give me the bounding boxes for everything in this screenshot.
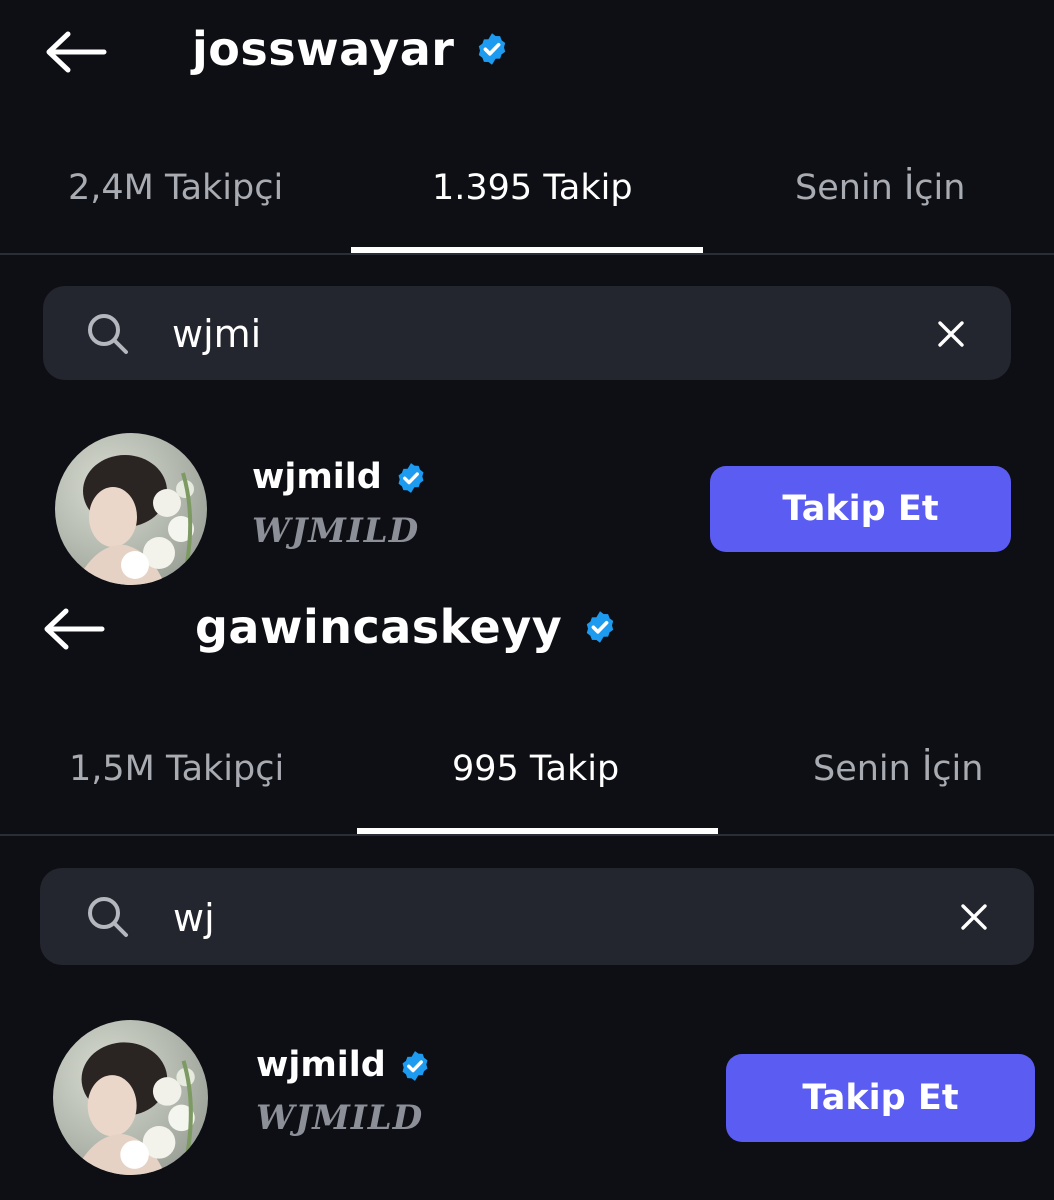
result-username-row: wjmild [252,460,428,495]
close-icon[interactable] [936,319,966,349]
follow-button[interactable]: Takip Et [726,1054,1035,1142]
tab-for-you[interactable]: Senin İçin [813,752,983,787]
avatar-photo [75,455,194,585]
tab-for-you[interactable]: Senin İçin [795,171,965,206]
avatar-photo [73,1042,195,1175]
follow-button[interactable]: Takip Et [710,466,1011,552]
verified-badge-icon [587,611,614,643]
avatar[interactable] [55,433,207,585]
result-username[interactable]: wjmild [252,460,382,495]
tab-divider [0,834,1054,836]
arrow-left-icon[interactable] [42,607,106,651]
tab-followers[interactable]: 2,4M Takipçi [68,171,283,206]
tab-following[interactable]: 1.395 Takip [432,171,633,206]
result-username-row: wjmild [256,1048,432,1083]
screen-josswayar: josswayar 2,4M Takipçi 1.395 Takip Senin… [0,0,1054,598]
result-display-name: WJMILD [252,511,420,551]
avatar[interactable] [53,1020,208,1175]
tab-divider [0,253,1054,255]
screen-gawincaskeyy: gawincaskeyy 1,5M Takipçi 995 Takip Seni… [0,598,1054,1200]
search-input[interactable]: wjmi [172,315,261,353]
search-icon [88,897,128,937]
close-icon[interactable] [959,902,989,932]
result-display-name: WJMILD [256,1098,424,1138]
profile-title: gawincaskeyy [195,600,563,654]
profile-title: josswayar [192,22,455,76]
search-input[interactable]: wj [173,899,215,937]
verified-badge-icon [398,462,424,493]
result-username[interactable]: wjmild [256,1048,386,1083]
header: josswayar [192,26,510,72]
header: gawincaskeyy [195,604,618,650]
search-bar[interactable]: wj [40,868,1034,965]
arrow-left-icon[interactable] [44,30,108,74]
verified-badge-icon [479,33,506,65]
verified-badge-icon [402,1050,428,1081]
tab-followers[interactable]: 1,5M Takipçi [69,752,284,787]
search-bar[interactable]: wjmi [43,286,1011,380]
search-icon [88,314,128,354]
tab-following[interactable]: 995 Takip [452,752,619,787]
